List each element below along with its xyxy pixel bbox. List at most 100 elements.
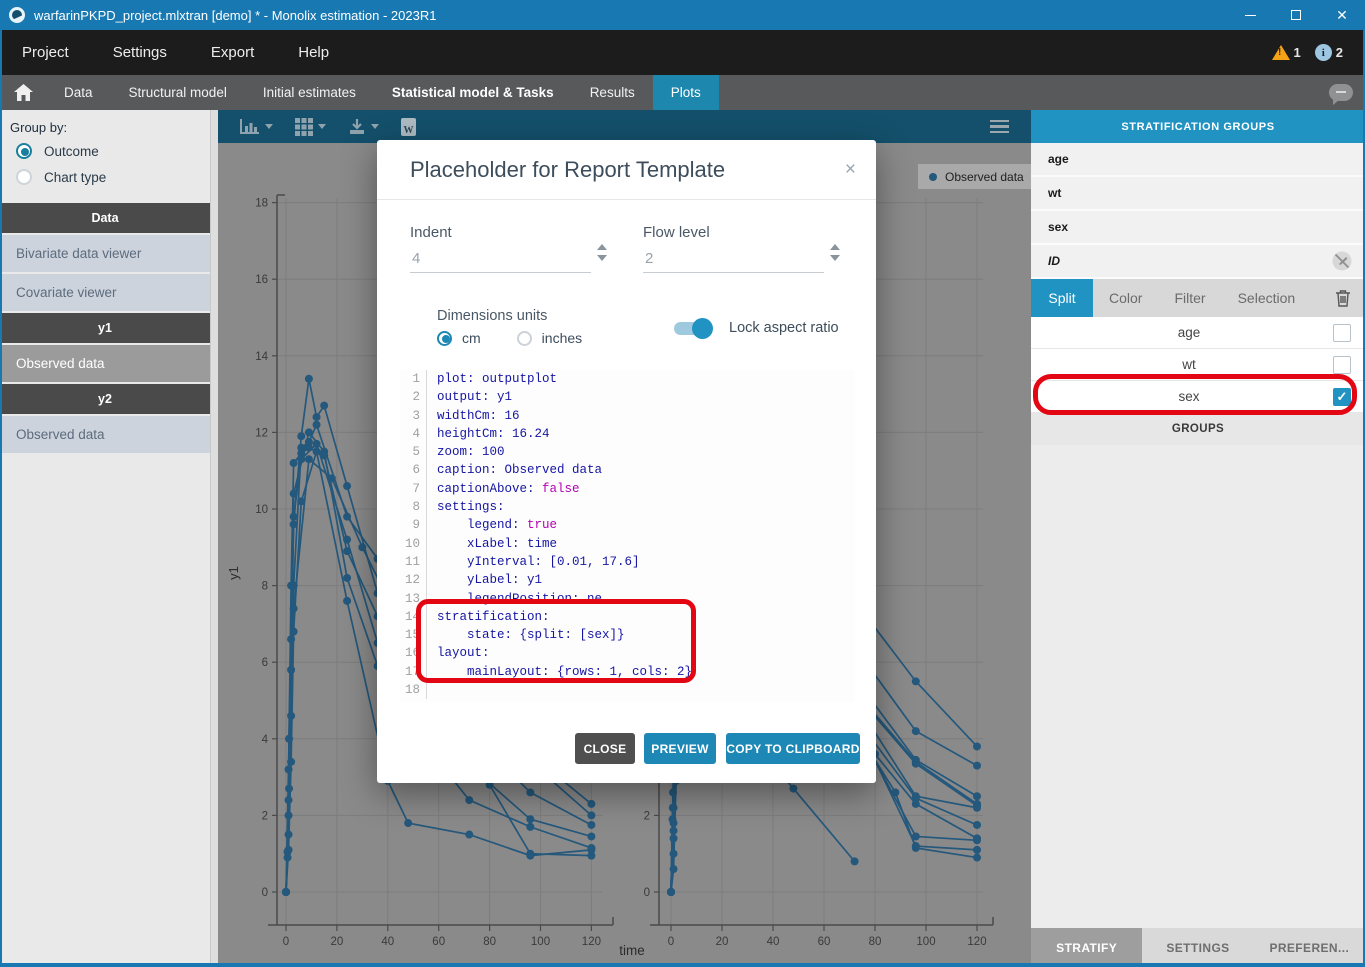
code-line: 18 — [400, 681, 855, 699]
code-text: legendPosition: ne — [426, 590, 855, 608]
close-button[interactable]: CLOSE — [575, 733, 635, 764]
chevron-down-icon — [371, 124, 379, 129]
export-plot-button[interactable] — [348, 118, 379, 136]
svg-text:y1: y1 — [226, 566, 241, 580]
minimize-button[interactable] — [1227, 0, 1273, 30]
svg-text:time: time — [619, 943, 645, 958]
lock-aspect-ratio-toggle[interactable] — [674, 322, 711, 335]
line-number: 10 — [400, 535, 426, 553]
covariate-row-wt[interactable]: wt — [1031, 177, 1365, 211]
covariate-row-age[interactable]: age — [1031, 143, 1365, 177]
tab-filter[interactable]: Filter — [1158, 279, 1221, 317]
code-line: 4heightCm: 16.24 — [400, 425, 855, 443]
tab-settings[interactable]: SETTINGS — [1142, 928, 1253, 967]
tab-home[interactable] — [0, 75, 46, 110]
titlebar: warfarinPKPD_project.mlxtran [demo] * - … — [0, 0, 1365, 30]
chart-type-button[interactable] — [240, 118, 273, 136]
tab-stratify[interactable]: STRATIFY — [1031, 928, 1142, 967]
sidebar-item-covariate-viewer[interactable]: Covariate viewer — [0, 274, 210, 311]
split-row-age[interactable]: age — [1031, 317, 1365, 349]
covariate-label: age — [1048, 152, 1069, 166]
code-line: 9 legend: true — [400, 516, 855, 534]
spin-down-icon[interactable] — [597, 255, 607, 261]
split-row-label: wt — [1045, 357, 1333, 372]
maximize-button[interactable] — [1273, 0, 1319, 30]
feedback-bubble-icon[interactable] — [1329, 84, 1353, 101]
reset-stratification-button[interactable] — [1335, 279, 1351, 317]
spin-down-icon[interactable] — [830, 255, 840, 261]
tab-selection[interactable]: Selection — [1222, 279, 1312, 317]
indent-stepper[interactable] — [597, 244, 607, 261]
tab-preferences[interactable]: PREFEREN... — [1254, 928, 1365, 967]
split-checkbox-age[interactable] — [1333, 324, 1351, 342]
menu-settings[interactable]: Settings — [91, 32, 189, 73]
spin-up-icon[interactable] — [830, 244, 840, 250]
groups-header: GROUPS — [1031, 413, 1365, 445]
line-number: 9 — [400, 516, 426, 534]
download-icon — [348, 118, 366, 136]
warning-indicator[interactable]: 1 — [1272, 45, 1301, 60]
word-document-icon: W — [401, 118, 416, 136]
spin-up-icon[interactable] — [597, 244, 607, 250]
flow-level-value[interactable]: 2 — [645, 250, 653, 267]
code-text: captionAbove: false — [426, 480, 855, 498]
sidebar-item-bivariate-data-viewer[interactable]: Bivariate data viewer — [0, 235, 210, 272]
dialog-title: Placeholder for Report Template — [410, 157, 725, 183]
line-number: 17 — [400, 663, 426, 681]
group-by-label: Group by: — [10, 120, 200, 135]
tab-structural-model[interactable]: Structural model — [111, 75, 245, 110]
menu-export[interactable]: Export — [189, 32, 276, 73]
line-number: 2 — [400, 388, 426, 406]
line-number: 4 — [400, 425, 426, 443]
split-row-wt[interactable]: wt — [1031, 349, 1365, 381]
indent-value[interactable]: 4 — [412, 250, 420, 267]
placeholder-code-editor[interactable]: 1plot: outputplot2output: y13widthCm: 16… — [400, 370, 855, 702]
info-indicator[interactable]: i 2 — [1315, 44, 1343, 61]
sidebar-item-observed-data-y2[interactable]: Observed data — [0, 416, 210, 453]
tab-initial-estimates[interactable]: Initial estimates — [245, 75, 374, 110]
svg-text:80: 80 — [869, 936, 882, 948]
sidebar-item-observed-data-y1[interactable]: Observed data — [0, 345, 210, 382]
code-text: output: y1 — [426, 388, 855, 406]
covariate-label: ID — [1048, 254, 1060, 268]
word-report-button[interactable]: W — [401, 118, 416, 136]
tab-data[interactable]: Data — [46, 75, 111, 110]
code-line: 16layout: — [400, 644, 855, 662]
tab-results[interactable]: Results — [572, 75, 653, 110]
sidebar-scrollbar[interactable] — [211, 110, 218, 967]
plot-legend[interactable]: Observed data — [918, 164, 1031, 189]
plot-menu-button[interactable] — [990, 120, 1009, 134]
layout-grid-button[interactable] — [295, 118, 326, 136]
inches-radio[interactable] — [517, 331, 532, 346]
flow-level-stepper[interactable] — [830, 244, 840, 261]
svg-text:12: 12 — [255, 427, 268, 439]
menu-help[interactable]: Help — [276, 32, 351, 73]
legend-label: Observed data — [945, 170, 1024, 184]
covariate-row-sex[interactable]: sex — [1031, 211, 1365, 245]
close-dialog-icon[interactable]: × — [845, 159, 856, 181]
legend-marker-icon — [929, 173, 937, 181]
covariate-label: sex — [1048, 220, 1068, 234]
close-window-button[interactable]: ✕ — [1319, 0, 1365, 30]
split-checkbox-sex[interactable]: ✓ — [1333, 388, 1351, 406]
split-checkbox-wt[interactable] — [1333, 356, 1351, 374]
color-picker-disabled-icon[interactable] — [1331, 250, 1353, 272]
code-line: 7captionAbove: false — [400, 480, 855, 498]
split-row-sex[interactable]: sex✓ — [1031, 381, 1365, 413]
tab-split[interactable]: Split — [1031, 279, 1093, 317]
tab-statistical-model-tasks[interactable]: Statistical model & Tasks — [374, 75, 572, 110]
info-count: 2 — [1336, 45, 1343, 60]
group-by-outcome-label: Outcome — [44, 144, 99, 159]
chevron-down-icon — [318, 124, 326, 129]
menu-project[interactable]: Project — [0, 32, 91, 73]
group-by-charttype-label: Chart type — [44, 170, 106, 185]
group-by-outcome-option[interactable]: Outcome — [16, 143, 200, 159]
preview-button[interactable]: PREVIEW — [644, 733, 716, 764]
covariate-row-id[interactable]: ID — [1031, 245, 1365, 279]
tab-plots[interactable]: Plots — [653, 75, 719, 110]
group-by-charttype-option[interactable]: Chart type — [16, 169, 200, 185]
tab-color[interactable]: Color — [1093, 279, 1158, 317]
window-border-left — [0, 30, 2, 967]
copy-to-clipboard-button[interactable]: COPY TO CLIPBOARD — [726, 733, 860, 764]
cm-radio[interactable] — [437, 331, 452, 346]
